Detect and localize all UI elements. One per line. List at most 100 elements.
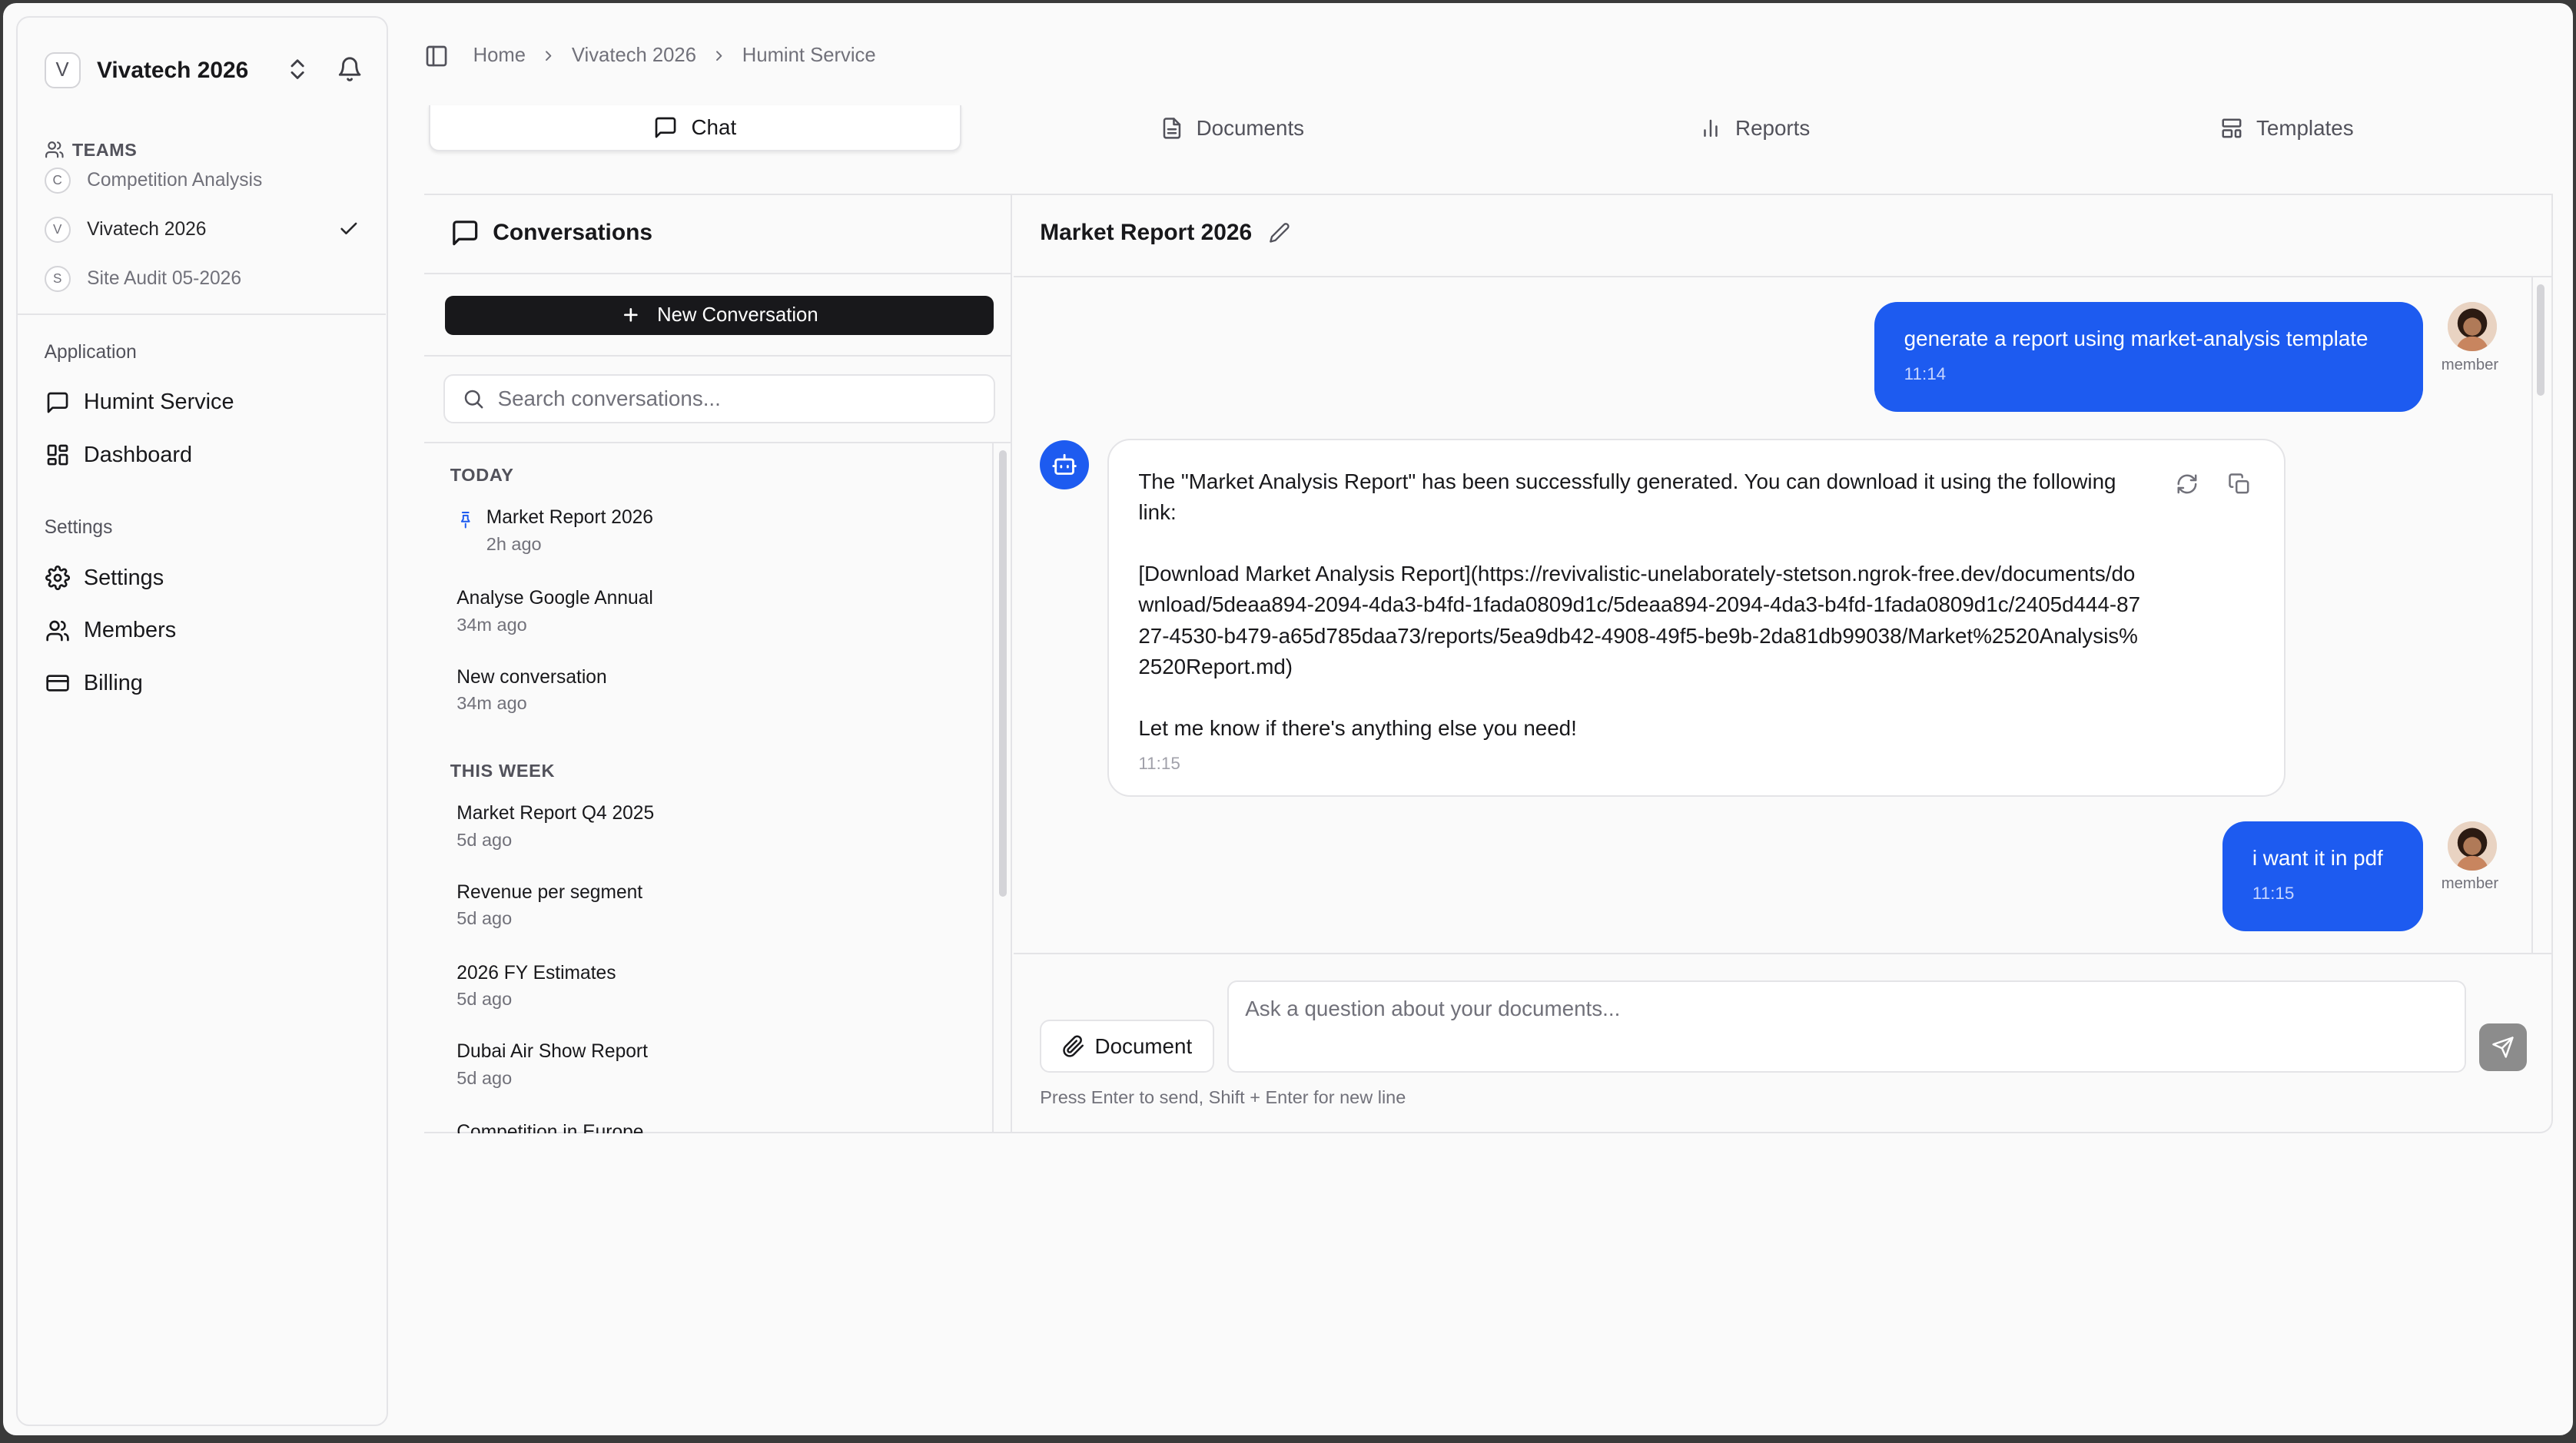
team-badge: S	[44, 266, 71, 293]
sidebar-item-settings[interactable]: Settings	[45, 559, 367, 598]
conversation-time: 5d ago	[456, 988, 513, 1009]
send-button[interactable]	[2478, 1023, 2527, 1071]
conversations-title: Conversations	[493, 220, 653, 246]
message-time: 11:15	[2252, 883, 2295, 903]
user-message: generate a report using market-analysis …	[1874, 302, 2424, 413]
chat-scrollbar[interactable]	[2531, 277, 2551, 953]
divider	[1014, 952, 2551, 954]
chat-area: Market Report 2026 generate a report usi…	[1014, 195, 2551, 1132]
tab-label: Chat	[691, 114, 737, 139]
sidebar-item-billing[interactable]: Billing	[45, 664, 367, 703]
message-time: 11:15	[1138, 753, 1180, 773]
download-link[interactable]: [Download Market Analysis Report](https:…	[1138, 559, 2140, 684]
chat-header: Market Report 2026	[1040, 220, 1290, 246]
conversation-item[interactable]: Analyse Google Annual 34m ago	[456, 588, 982, 635]
sidebar-item-dashboard[interactable]: Dashboard	[45, 435, 367, 474]
search-icon	[462, 387, 485, 410]
tab-reports[interactable]: Reports	[1489, 105, 2021, 151]
team-item-site-audit[interactable]: S Site Audit 05-2026	[44, 263, 367, 296]
new-conversation-button[interactable]: New Conversation	[445, 295, 994, 335]
tab-bar: Chat Documents Reports Templates	[424, 104, 2554, 154]
message-square-icon	[45, 389, 71, 415]
copy-icon[interactable]	[2228, 473, 2251, 496]
sidebar-item-members[interactable]: Members	[45, 611, 367, 650]
scrollbar-track	[2531, 277, 2534, 953]
message-square-icon	[653, 115, 678, 140]
team-badge: V	[44, 217, 71, 244]
pin-icon	[456, 511, 475, 529]
chevron-right-icon	[540, 48, 556, 64]
conversation-time: 2h ago	[486, 533, 542, 554]
breadcrumb-workspace[interactable]: Vivatech 2026	[572, 45, 696, 67]
search-input[interactable]	[497, 386, 974, 412]
conversation-title: New conversation	[456, 666, 607, 688]
breadcrumb-current: Humint Service	[742, 45, 876, 67]
sidebar-item-humint-service[interactable]: Humint Service	[45, 383, 367, 422]
refresh-icon[interactable]	[2176, 473, 2199, 496]
teams-heading: TEAMS	[45, 140, 138, 161]
application-section-label: Application	[44, 341, 137, 363]
tab-documents[interactable]: Documents	[966, 105, 1499, 151]
conversation-time: 34m ago	[456, 693, 527, 714]
team-item-vivatech-2026[interactable]: V Vivatech 2026	[44, 214, 367, 247]
settings-section-label: Settings	[44, 517, 113, 539]
member-label: member	[2441, 356, 2499, 373]
layout-grid-icon	[45, 442, 71, 468]
conversation-time: 5d ago	[456, 908, 513, 929]
conversation-item[interactable]: Competition in Europe	[456, 1122, 982, 1133]
message-input[interactable]	[1228, 982, 2465, 1071]
chevrons-up-down-icon[interactable]	[284, 56, 310, 82]
file-text-icon	[1160, 117, 1183, 140]
conversation-item[interactable]: Dubai Air Show Report 5d ago	[456, 1041, 982, 1088]
bar-chart-icon	[1699, 117, 1722, 140]
conversation-item[interactable]: 2026 FY Estimates 5d ago	[456, 963, 982, 1010]
message-time: 11:14	[1904, 364, 1947, 384]
conversation-title: Competition in Europe	[456, 1121, 644, 1133]
workspace-switcher[interactable]: V Vivatech 2026	[44, 51, 367, 90]
conversation-search[interactable]	[443, 374, 996, 424]
send-icon	[2491, 1036, 2515, 1059]
scrollbar-thumb[interactable]	[2536, 284, 2545, 396]
tab-templates[interactable]: Templates	[2020, 105, 2553, 151]
conversation-item[interactable]: Market Report 2026 2h ago	[456, 507, 982, 554]
message-text: generate a report using market-analysis …	[1904, 327, 2369, 351]
sidebar: V Vivatech 2026 TEAMS C Competition Anal…	[16, 16, 388, 1426]
conversation-title: 2026 FY Estimates	[456, 962, 616, 984]
conversation-item[interactable]: Market Report Q4 2025 5d ago	[456, 803, 982, 850]
pencil-icon[interactable]	[1269, 222, 1290, 244]
message-paragraph: The "Market Analysis Report" has been su…	[1138, 469, 2116, 525]
conversation-title: Analyse Google Annual	[456, 588, 653, 609]
bot-icon	[1040, 440, 1090, 489]
message-list: generate a report using market-analysis …	[1014, 277, 2528, 953]
chat-title: Market Report 2026	[1040, 220, 1253, 246]
conversation-title: Market Report Q4 2025	[456, 803, 655, 824]
sidebar-divider	[18, 313, 387, 316]
message-square-icon	[450, 218, 480, 247]
sidebar-item-label: Billing	[83, 670, 143, 695]
paperclip-icon	[1062, 1035, 1085, 1058]
team-item-competition-analysis[interactable]: C Competition Analysis	[44, 164, 367, 197]
workspace-badge: V	[44, 52, 81, 89]
team-name: Competition Analysis	[87, 169, 263, 191]
breadcrumb-home[interactable]: Home	[473, 45, 526, 67]
layout-template-icon	[2220, 117, 2243, 140]
scrollbar-thumb[interactable]	[998, 449, 1007, 897]
new-conversation-label: New Conversation	[657, 304, 818, 326]
conversation-item[interactable]: Revenue per segment 5d ago	[456, 882, 982, 929]
attach-document-button[interactable]: Document	[1040, 1020, 1214, 1073]
composer-hint: Press Enter to send, Shift + Enter for n…	[1040, 1087, 1406, 1108]
conversation-title: Market Report 2026	[486, 507, 653, 529]
tab-chat[interactable]: Chat	[428, 104, 961, 151]
message-actions	[2176, 473, 2251, 496]
conversation-scrollbar[interactable]	[992, 443, 1012, 1133]
member-label: member	[2441, 875, 2499, 893]
user-message: i want it in pdf 11:15	[2222, 821, 2424, 931]
message-text: i want it in pdf	[2252, 845, 2383, 870]
app-window: V Vivatech 2026 TEAMS C Competition Anal…	[3, 3, 2573, 1436]
bell-icon[interactable]	[337, 56, 363, 82]
conversation-item[interactable]: New conversation 34m ago	[456, 667, 982, 714]
message-composer[interactable]	[1227, 980, 2466, 1073]
conversation-title: Dubai Air Show Report	[456, 1041, 648, 1063]
sidebar-toggle-icon[interactable]	[424, 44, 449, 68]
sidebar-item-label: Members	[83, 618, 177, 643]
